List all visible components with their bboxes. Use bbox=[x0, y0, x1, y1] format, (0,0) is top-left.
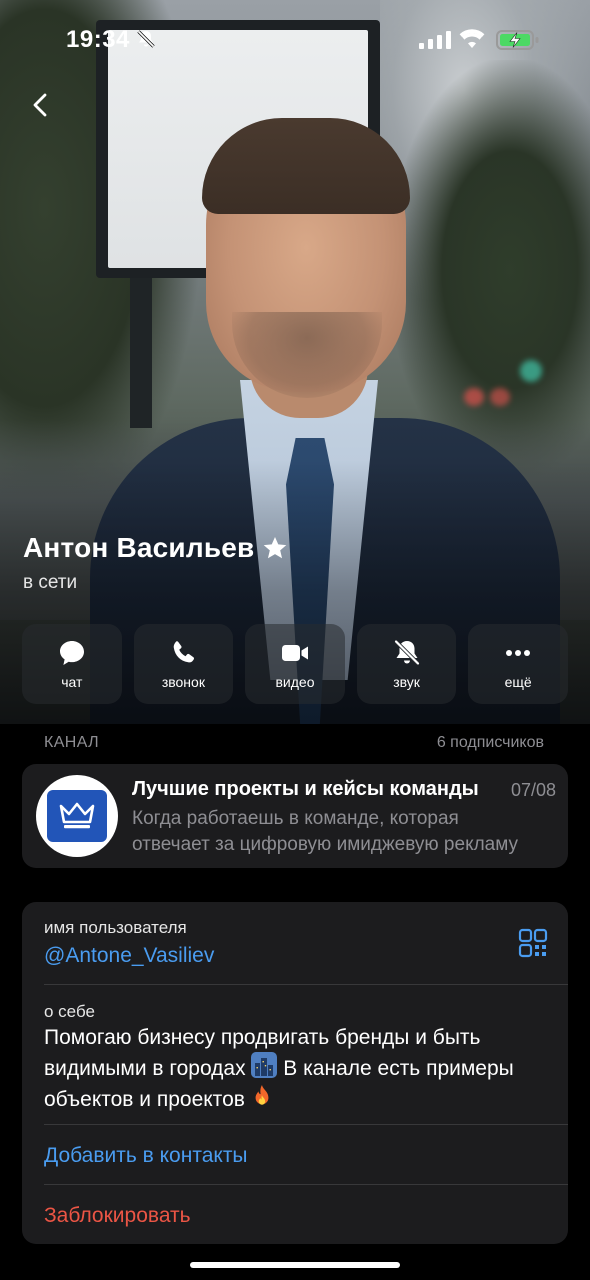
video-call-button[interactable]: видео bbox=[245, 624, 345, 704]
chat-label: чат bbox=[61, 674, 83, 690]
sound-label: звук bbox=[393, 674, 420, 690]
sound-button[interactable]: звук bbox=[356, 624, 457, 704]
profile-name: Антон Васильев bbox=[23, 532, 255, 563]
profile-name-row: Антон Васильев bbox=[23, 532, 288, 564]
back-button[interactable] bbox=[20, 84, 62, 126]
info-card: имя пользователя @Antone_Vasiliev о себе… bbox=[22, 902, 568, 1244]
username-link[interactable]: @Antone_Vasiliev bbox=[44, 944, 214, 968]
more-button[interactable]: ещё bbox=[468, 624, 568, 704]
channel-date: 07/08 bbox=[510, 780, 556, 800]
channel-preview: Когда работаешь в команде, которая отвеч… bbox=[132, 806, 556, 858]
video-camera-icon bbox=[281, 645, 308, 661]
profile-photo bbox=[0, 0, 590, 724]
more-dots-icon bbox=[506, 650, 531, 656]
cellular-signal-icon bbox=[419, 31, 451, 49]
section-title: КАНАЛ bbox=[44, 734, 100, 751]
phone-icon bbox=[174, 641, 195, 663]
about-text: Помогаю бизнесу продвигать бренды и быть… bbox=[44, 1024, 554, 1114]
crown-logo-icon bbox=[59, 802, 95, 829]
home-indicator bbox=[190, 1262, 400, 1268]
action-bar: чат звонок видео звук ещё bbox=[22, 624, 568, 704]
call-button[interactable]: звонок bbox=[133, 624, 234, 704]
status-time: 19:34 bbox=[66, 26, 130, 53]
cityscape-emoji-icon bbox=[251, 1052, 278, 1078]
qr-code-icon[interactable] bbox=[518, 928, 548, 958]
bell-slash-icon bbox=[394, 640, 419, 665]
preview-line: Когда работаешь в команде, которая bbox=[132, 808, 459, 829]
divider bbox=[44, 1184, 568, 1185]
channel-avatar bbox=[36, 775, 118, 857]
fire-emoji-icon bbox=[255, 1085, 269, 1105]
about-label: о себе bbox=[44, 1002, 95, 1021]
channel-name: Лучшие проекты и кейсы команды bbox=[132, 778, 479, 800]
wifi-icon bbox=[459, 29, 485, 48]
call-label: звонок bbox=[161, 674, 205, 690]
chat-bubble-icon bbox=[59, 641, 84, 665]
preview-line: отвечает за цифровую имиджевую рекламу bbox=[132, 834, 519, 855]
video-label: видео bbox=[275, 674, 315, 690]
channel-card[interactable]: Лучшие проекты и кейсы команды 07/08 Ког… bbox=[22, 764, 568, 868]
subscriber-count: 6 подписчиков bbox=[436, 734, 544, 751]
block-user-button[interactable]: Заблокировать bbox=[44, 1204, 191, 1228]
more-label: ещё bbox=[504, 674, 532, 690]
status-bar: 19:34 bbox=[0, 0, 590, 80]
divider bbox=[44, 1124, 568, 1125]
chevron-left-icon bbox=[33, 93, 47, 117]
add-to-contacts-button[interactable]: Добавить в контакты bbox=[44, 1144, 248, 1168]
battery-charging-icon bbox=[496, 30, 539, 50]
username-label: имя пользователя bbox=[44, 918, 187, 937]
star-icon[interactable] bbox=[262, 535, 288, 561]
bell-slash-icon bbox=[137, 30, 155, 48]
divider bbox=[44, 984, 568, 985]
online-status: в сети bbox=[23, 572, 78, 593]
channel-section-header: КАНАЛ 6 подписчиков bbox=[44, 734, 544, 756]
chat-button[interactable]: чат bbox=[22, 624, 122, 704]
